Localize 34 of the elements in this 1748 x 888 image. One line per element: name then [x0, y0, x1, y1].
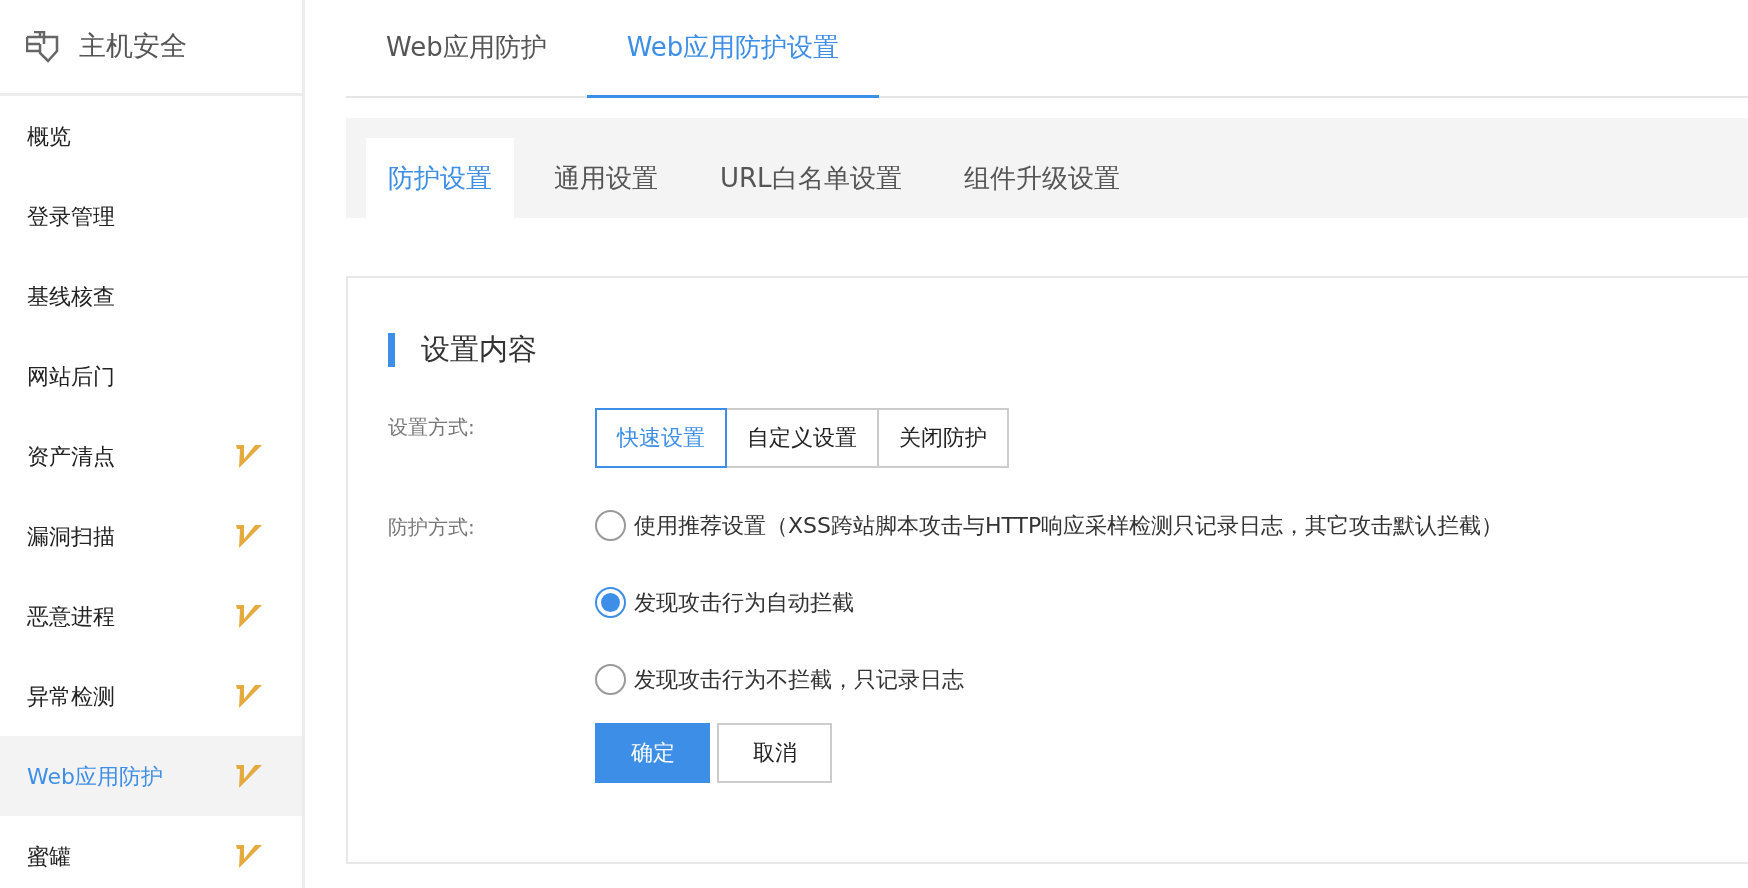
sidebar-title: 主机安全 — [79, 29, 187, 64]
sidebar-item[interactable]: 恶意进程 — [0, 576, 302, 656]
field-label: 防护方式: — [388, 514, 475, 539]
v-badge-icon — [236, 684, 262, 708]
sub-tab[interactable]: URL白名单设置 — [698, 138, 924, 218]
radio-label[interactable]: 发现攻击行为自动拦截 — [634, 586, 854, 619]
sidebar-item[interactable]: 漏洞扫描 — [0, 496, 302, 576]
v-badge-icon — [236, 764, 262, 788]
v-badge-icon — [236, 444, 262, 468]
sidebar-item[interactable]: 概览 — [0, 96, 302, 176]
sidebar-item[interactable]: 资产清点 — [0, 416, 302, 496]
v-badge-icon — [236, 524, 262, 548]
segment-option[interactable]: 自定义设置 — [725, 407, 879, 468]
segment-option[interactable]: 关闭防护 — [877, 407, 1009, 468]
v-badge-icon — [236, 844, 262, 868]
radio-button[interactable] — [595, 510, 626, 541]
section-title: 设置内容 — [421, 331, 537, 368]
radio-button[interactable] — [595, 664, 626, 695]
radio-label[interactable]: 使用推荐设置（XSS跨站脚本攻击与HTTP响应采样检测只记录日志，其它攻击默认拦截） — [634, 509, 1504, 542]
sidebar-item[interactable]: 蜜罐 — [0, 816, 302, 888]
sidebar-item[interactable]: 基线核查 — [0, 256, 302, 336]
sub-tab[interactable]: 通用设置 — [532, 138, 680, 218]
v-badge-icon — [236, 604, 262, 628]
sidebar-item[interactable]: 异常检测 — [0, 656, 302, 736]
sidebar-item[interactable]: 登录管理 — [0, 176, 302, 256]
sub-tab[interactable]: 组件升级设置 — [941, 138, 1142, 218]
radio-label[interactable]: 发现攻击行为不拦截，只记录日志 — [634, 663, 964, 696]
cancel-button[interactable]: 取消 — [717, 722, 832, 783]
field-label: 设置方式: — [388, 414, 475, 439]
server-shield-icon — [26, 30, 59, 63]
sidebar-item[interactable]: 网站后门 — [0, 336, 302, 416]
radio-button[interactable] — [595, 587, 626, 618]
section-accent-bar — [388, 332, 395, 367]
tab[interactable]: Web应用防护 — [346, 0, 587, 98]
